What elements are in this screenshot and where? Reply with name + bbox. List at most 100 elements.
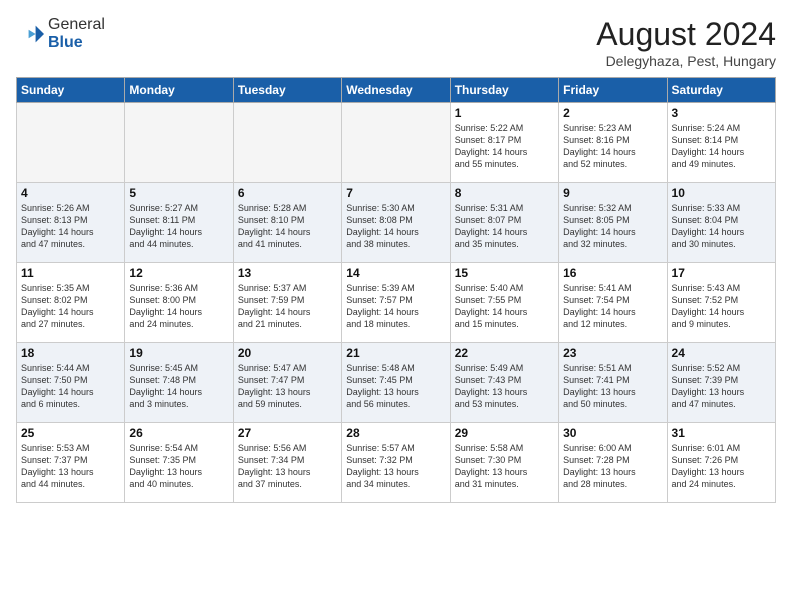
table-row: 2 Sunrise: 5:23 AMSunset: 8:16 PMDaylight… xyxy=(559,103,667,183)
calendar-row: 1Sunrise: 5:22 AMSunset: 8:17 PMDaylight… xyxy=(17,103,776,183)
cell-details: Sunrise: 5:30 AMSunset: 8:08 PMDaylight:… xyxy=(346,202,445,251)
col-tuesday: Tuesday xyxy=(233,78,341,103)
cell-details: Sunrise: 5:44 AMSunset: 7:50 PMDaylight:… xyxy=(21,362,120,411)
month-title: August 2024 xyxy=(596,16,776,53)
day-number: 21 xyxy=(346,346,445,360)
table-row: 22 Sunrise: 5:49 AMSunset: 7:43 PMDayligh… xyxy=(450,343,558,423)
table-row: 21 Sunrise: 5:48 AMSunset: 7:45 PMDayligh… xyxy=(342,343,450,423)
cell-details: Sunrise: 5:31 AMSunset: 8:07 PMDaylight:… xyxy=(455,202,554,251)
table-row: 15 Sunrise: 5:40 AMSunset: 7:55 PMDayligh… xyxy=(450,263,558,343)
cell-details: Sunrise: 5:51 AMSunset: 7:41 PMDaylight:… xyxy=(563,362,662,411)
logo-blue: Blue xyxy=(48,34,83,51)
cell-details: Sunrise: 5:36 AMSunset: 8:00 PMDaylight:… xyxy=(129,282,228,331)
calendar-header-row: Sunday Monday Tuesday Wednesday Thursday… xyxy=(17,78,776,103)
day-number: 5 xyxy=(129,186,228,200)
cell-details: Sunrise: 5:32 AMSunset: 8:05 PMDaylight:… xyxy=(563,202,662,251)
day-number: 4 xyxy=(21,186,120,200)
table-row: 5 Sunrise: 5:27 AMSunset: 8:11 PMDaylight… xyxy=(125,183,233,263)
day-number: 6 xyxy=(238,186,337,200)
col-saturday: Saturday xyxy=(667,78,775,103)
day-number: 30 xyxy=(563,426,662,440)
day-number: 7 xyxy=(346,186,445,200)
cell-details: Sunrise: 5:54 AMSunset: 7:35 PMDaylight:… xyxy=(129,442,228,491)
day-number: 19 xyxy=(129,346,228,360)
cell-details: Sunrise: 5:47 AMSunset: 7:47 PMDaylight:… xyxy=(238,362,337,411)
logo: General Blue xyxy=(16,16,105,52)
day-number: 15 xyxy=(455,266,554,280)
table-row: 7 Sunrise: 5:30 AMSunset: 8:08 PMDaylight… xyxy=(342,183,450,263)
cell-details: Sunrise: 5:56 AMSunset: 7:34 PMDaylight:… xyxy=(238,442,337,491)
cell-details: Sunrise: 5:33 AMSunset: 8:04 PMDaylight:… xyxy=(672,202,771,251)
calendar-table: Sunday Monday Tuesday Wednesday Thursday… xyxy=(16,77,776,503)
page-header: General Blue August 2024 Delegyhaza, Pes… xyxy=(16,16,776,69)
table-row xyxy=(342,103,450,183)
day-number: 1 xyxy=(455,106,554,120)
day-number: 22 xyxy=(455,346,554,360)
cell-details: Sunrise: 5:40 AMSunset: 7:55 PMDaylight:… xyxy=(455,282,554,331)
table-row: 12Sunrise: 5:36 AMSunset: 8:00 PMDayligh… xyxy=(125,263,233,343)
location: Delegyhaza, Pest, Hungary xyxy=(596,53,776,69)
cell-details: Sunrise: 5:23 AMSunset: 8:16 PMDaylight:… xyxy=(563,122,662,171)
day-number: 2 xyxy=(563,106,662,120)
table-row: 18 Sunrise: 5:44 AMSunset: 7:50 PMDayligh… xyxy=(17,343,125,423)
col-wednesday: Wednesday xyxy=(342,78,450,103)
day-number: 25 xyxy=(21,426,120,440)
cell-details: Sunrise: 5:49 AMSunset: 7:43 PMDaylight:… xyxy=(455,362,554,411)
table-row: 31Sunrise: 6:01 AMSunset: 7:26 PMDayligh… xyxy=(667,423,775,503)
table-row: 25Sunrise: 5:53 AMSunset: 7:37 PMDayligh… xyxy=(17,423,125,503)
table-row xyxy=(17,103,125,183)
calendar-row: 4 Sunrise: 5:26 AMSunset: 8:13 PMDaylight… xyxy=(17,183,776,263)
day-number: 10 xyxy=(672,186,771,200)
logo-general: General xyxy=(48,16,105,33)
day-number: 13 xyxy=(238,266,337,280)
calendar-row: 18 Sunrise: 5:44 AMSunset: 7:50 PMDayligh… xyxy=(17,343,776,423)
cell-details: Sunrise: 5:26 AMSunset: 8:13 PMDaylight:… xyxy=(21,202,120,251)
cell-details: Sunrise: 5:41 AMSunset: 7:54 PMDaylight:… xyxy=(563,282,662,331)
day-number: 9 xyxy=(563,186,662,200)
cell-details: Sunrise: 5:24 AMSunset: 8:14 PMDaylight:… xyxy=(672,122,771,171)
title-section: August 2024 Delegyhaza, Pest, Hungary xyxy=(596,16,776,69)
cell-details: Sunrise: 6:01 AMSunset: 7:26 PMDaylight:… xyxy=(672,442,771,491)
day-number: 27 xyxy=(238,426,337,440)
table-row: 24 Sunrise: 5:52 AMSunset: 7:39 PMDayligh… xyxy=(667,343,775,423)
table-row: 8 Sunrise: 5:31 AMSunset: 8:07 PMDaylight… xyxy=(450,183,558,263)
col-sunday: Sunday xyxy=(17,78,125,103)
table-row: 1Sunrise: 5:22 AMSunset: 8:17 PMDaylight… xyxy=(450,103,558,183)
day-number: 8 xyxy=(455,186,554,200)
cell-details: Sunrise: 5:52 AMSunset: 7:39 PMDaylight:… xyxy=(672,362,771,411)
col-friday: Friday xyxy=(559,78,667,103)
table-row: 17Sunrise: 5:43 AMSunset: 7:52 PMDayligh… xyxy=(667,263,775,343)
table-row: 3 Sunrise: 5:24 AMSunset: 8:14 PMDaylight… xyxy=(667,103,775,183)
day-number: 18 xyxy=(21,346,120,360)
day-number: 16 xyxy=(563,266,662,280)
day-number: 3 xyxy=(672,106,771,120)
day-number: 24 xyxy=(672,346,771,360)
cell-details: Sunrise: 5:27 AMSunset: 8:11 PMDaylight:… xyxy=(129,202,228,251)
table-row: 29 Sunrise: 5:58 AMSunset: 7:30 PMDayligh… xyxy=(450,423,558,503)
table-row: 30Sunrise: 6:00 AMSunset: 7:28 PMDayligh… xyxy=(559,423,667,503)
cell-details: Sunrise: 5:39 AMSunset: 7:57 PMDaylight:… xyxy=(346,282,445,331)
cell-details: Sunrise: 5:35 AMSunset: 8:02 PMDaylight:… xyxy=(21,282,120,331)
cell-details: Sunrise: 5:45 AMSunset: 7:48 PMDaylight:… xyxy=(129,362,228,411)
day-number: 28 xyxy=(346,426,445,440)
day-number: 29 xyxy=(455,426,554,440)
table-row: 4 Sunrise: 5:26 AMSunset: 8:13 PMDaylight… xyxy=(17,183,125,263)
table-row: 27 Sunrise: 5:56 AMSunset: 7:34 PMDayligh… xyxy=(233,423,341,503)
cell-details: Sunrise: 5:58 AMSunset: 7:30 PMDaylight:… xyxy=(455,442,554,491)
cell-details: Sunrise: 5:48 AMSunset: 7:45 PMDaylight:… xyxy=(346,362,445,411)
table-row: 19 Sunrise: 5:45 AMSunset: 7:48 PMDayligh… xyxy=(125,343,233,423)
table-row: 14Sunrise: 5:39 AMSunset: 7:57 PMDayligh… xyxy=(342,263,450,343)
day-number: 11 xyxy=(21,266,120,280)
cell-details: Sunrise: 5:57 AMSunset: 7:32 PMDaylight:… xyxy=(346,442,445,491)
table-row xyxy=(233,103,341,183)
table-row: 10 Sunrise: 5:33 AMSunset: 8:04 PMDayligh… xyxy=(667,183,775,263)
cell-details: Sunrise: 5:37 AMSunset: 7:59 PMDaylight:… xyxy=(238,282,337,331)
table-row xyxy=(125,103,233,183)
table-row: 23Sunrise: 5:51 AMSunset: 7:41 PMDayligh… xyxy=(559,343,667,423)
table-row: 16 Sunrise: 5:41 AMSunset: 7:54 PMDayligh… xyxy=(559,263,667,343)
col-monday: Monday xyxy=(125,78,233,103)
cell-details: Sunrise: 5:43 AMSunset: 7:52 PMDaylight:… xyxy=(672,282,771,331)
calendar-row: 25Sunrise: 5:53 AMSunset: 7:37 PMDayligh… xyxy=(17,423,776,503)
calendar-row: 11 Sunrise: 5:35 AMSunset: 8:02 PMDayligh… xyxy=(17,263,776,343)
table-row: 28 Sunrise: 5:57 AMSunset: 7:32 PMDayligh… xyxy=(342,423,450,503)
